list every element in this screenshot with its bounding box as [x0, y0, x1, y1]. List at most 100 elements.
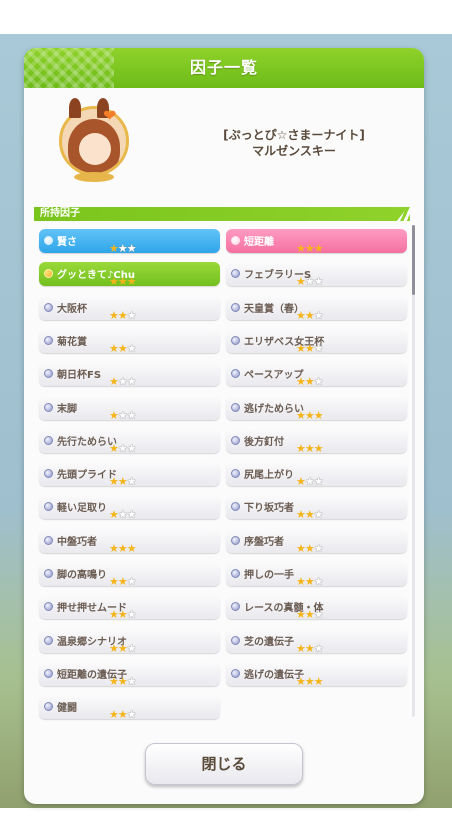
factor-star-rating: ★★★: [109, 643, 137, 654]
star-filled-icon: ★: [296, 275, 306, 289]
factor-item[interactable]: 短距離の遺伝子 ★★★: [39, 661, 220, 688]
factor-item[interactable]: 逃げためらい ★★★: [226, 395, 407, 422]
factor-gem-icon: [231, 335, 240, 345]
factor-item[interactable]: 菊花賞 ★★★: [39, 328, 220, 354]
factor-item[interactable]: 先頭プライド ★★★: [39, 462, 220, 489]
factor-label: 天皇賞（春）: [244, 303, 304, 315]
factor-label: 脚の高鳴り: [57, 570, 107, 581]
factor-star-rating: ★★★: [296, 275, 324, 289]
factor-item[interactable]: 朝日杯FS ★★★: [39, 362, 220, 389]
factor-item[interactable]: ペースアップ ★★★: [226, 362, 407, 389]
factor-star-rating: ★★★: [109, 475, 137, 489]
factor-item[interactable]: 健闘 ★★★: [39, 695, 220, 722]
factor-item[interactable]: グッときて♪Chu ★★★: [39, 262, 220, 287]
factor-gem-icon: [44, 602, 53, 612]
star-empty-icon: ★: [117, 408, 128, 422]
factor-star-rating: ★★★: [296, 641, 324, 655]
star-filled-icon: ★: [296, 674, 306, 688]
factor-item[interactable]: フェブラリーS ★★★: [226, 262, 407, 289]
factor-label: 末脚: [57, 403, 77, 415]
factor-list[interactable]: 賢さ ★★★ 短距離 ★★★ グッときて♪Chu ★★★ フェブラリーS ★★★ 大阪杯 ★★★ 天…: [34, 225, 409, 727]
star-filled-icon: ★: [117, 674, 128, 688]
star-filled-icon: ★: [117, 541, 128, 555]
factor-item[interactable]: 逃げの遺伝子 ★★★: [226, 661, 407, 688]
factor-gem-icon: [231, 668, 240, 678]
factor-label: ペースアップ: [244, 370, 304, 382]
star-empty-icon: ★: [117, 375, 128, 389]
factor-label: 菊花賞: [57, 336, 87, 348]
factor-gem-icon: [44, 435, 53, 445]
factor-item[interactable]: 芝の遺伝子 ★★★: [226, 628, 407, 655]
factor-label: 大阪杯: [57, 303, 87, 315]
factor-item[interactable]: 末脚 ★★★: [39, 395, 220, 422]
star-filled-icon: ★: [296, 575, 306, 588]
factor-item[interactable]: 軽い足取り ★★★: [39, 495, 220, 520]
factor-label: 短距離: [244, 237, 274, 248]
factor-gem-icon: [231, 602, 240, 612]
factor-star-rating: ★★★: [109, 441, 137, 455]
factor-item[interactable]: レースの真髄・体 ★★★: [226, 595, 407, 620]
factor-item[interactable]: 序盤巧者 ★★★: [226, 528, 407, 555]
factor-gem-icon: [231, 569, 240, 578]
dialog-title: 因子一覧: [189, 58, 258, 77]
factor-item[interactable]: 天皇賞（春） ★★★: [226, 295, 407, 322]
close-button-label: 閉じる: [201, 755, 247, 773]
factor-item[interactable]: 押せ押せムード ★★★: [39, 595, 220, 622]
avatar-base: [74, 172, 114, 182]
avatar-face: [79, 133, 111, 165]
star-filled-icon: ★: [109, 308, 119, 322]
factor-item[interactable]: 温泉郷シナリオ ★★★: [39, 628, 220, 654]
scrollbar-track[interactable]: [412, 225, 415, 717]
factor-label: 健闘: [57, 703, 77, 715]
star-empty-icon: ★: [126, 242, 137, 255]
star-empty-icon: ★: [313, 641, 324, 655]
star-filled-icon: ★: [304, 408, 315, 422]
star-filled-icon: ★: [117, 308, 128, 322]
factor-star-rating: ★★★: [296, 674, 324, 688]
star-filled-icon: ★: [126, 541, 137, 555]
factor-star-rating: ★★★: [109, 375, 137, 389]
section-header-label: 所持因子: [40, 208, 80, 219]
star-filled-icon: ★: [109, 575, 119, 588]
close-button[interactable]: 閉じる: [145, 743, 303, 785]
factor-star-rating: ★★★: [109, 242, 137, 255]
star-empty-icon: ★: [126, 441, 137, 455]
star-empty-icon: ★: [313, 308, 324, 322]
factor-item[interactable]: 脚の高鳴り ★★★: [39, 562, 220, 588]
star-filled-icon: ★: [304, 575, 315, 588]
factor-item[interactable]: 後方釘付 ★★★: [226, 428, 407, 455]
star-filled-icon: ★: [117, 608, 128, 622]
factor-star-rating: ★★★: [109, 608, 137, 622]
star-empty-icon: ★: [313, 541, 324, 555]
factor-item[interactable]: 先行ためらい ★★★: [39, 428, 220, 455]
factor-item[interactable]: エリザベス女王杯 ★★★: [226, 328, 407, 355]
factor-gem-icon: [231, 502, 240, 512]
factor-item[interactable]: 短距離 ★★★: [226, 229, 407, 255]
factor-label: 朝日杯FS: [57, 370, 102, 382]
factor-item[interactable]: 賢さ ★★★: [39, 229, 220, 255]
factor-item[interactable]: 尻尾上がり ★★★: [226, 462, 407, 487]
star-empty-icon: ★: [126, 608, 137, 622]
factor-item[interactable]: 下り坂巧者 ★★★: [226, 495, 407, 520]
factor-item[interactable]: 大阪杯 ★★★: [39, 295, 220, 322]
scrollbar-thumb[interactable]: [412, 225, 415, 295]
star-filled-icon: ★: [296, 375, 306, 389]
factor-item[interactable]: 押しの一手 ★★★: [226, 562, 407, 588]
factor-gem-icon: [231, 535, 240, 545]
factor-label: 下り坂巧者: [244, 503, 294, 515]
factor-star-rating: ★★★: [296, 441, 324, 455]
star-filled-icon: ★: [313, 674, 324, 688]
star-filled-icon: ★: [296, 341, 306, 355]
factor-gem-icon: [231, 302, 240, 312]
star-filled-icon: ★: [304, 441, 315, 455]
factor-label: 尻尾上がり: [244, 470, 294, 482]
star-filled-icon: ★: [313, 242, 324, 255]
star-filled-icon: ★: [117, 708, 128, 722]
factor-star-rating: ★★★: [296, 609, 324, 620]
star-filled-icon: ★: [117, 475, 128, 489]
factor-star-rating: ★★★: [296, 509, 324, 520]
factor-item[interactable]: 中盤巧者 ★★★: [39, 528, 220, 555]
star-empty-icon: ★: [313, 375, 324, 389]
factor-gem-icon: [44, 535, 53, 545]
star-empty-icon: ★: [313, 275, 324, 289]
